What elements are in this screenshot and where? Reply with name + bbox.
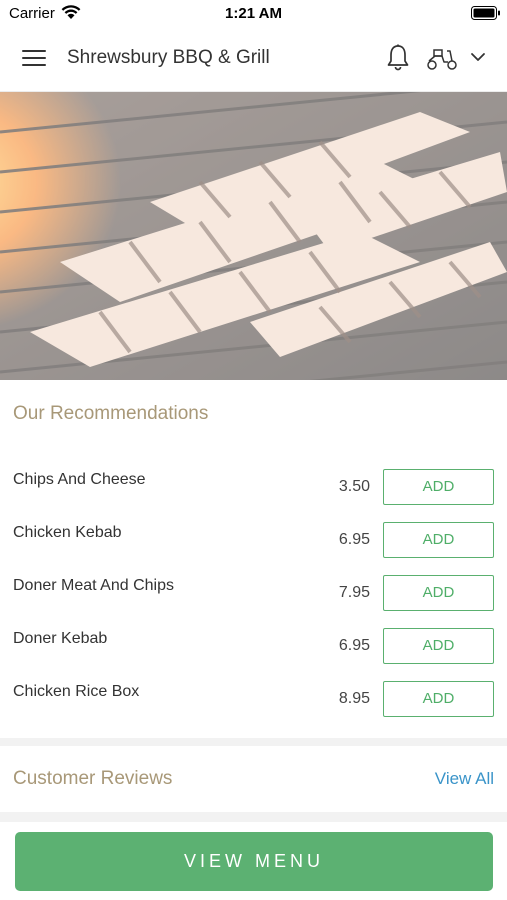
reviews-title: Customer Reviews: [13, 768, 173, 789]
item-name: Doner Meat And Chips: [13, 577, 174, 594]
item-price: 7.95: [338, 584, 370, 601]
battery-icon: [471, 6, 500, 20]
menu-item-row: Chicken Rice Box 8.95 ADD: [0, 681, 507, 734]
status-time: 1:21 AM: [225, 5, 282, 22]
app-header: Shrewsbury BBQ & Grill: [0, 28, 507, 92]
menu-icon[interactable]: [22, 50, 46, 70]
menu-item-row: Chicken Kebab 6.95 ADD: [0, 522, 507, 575]
item-price: 6.95: [338, 637, 370, 654]
item-price: 8.95: [338, 690, 370, 707]
status-bar: Carrier 1:21 AM: [0, 0, 507, 28]
grill-illustration: [0, 92, 507, 380]
item-name: Chicken Rice Box: [13, 683, 140, 700]
add-button[interactable]: ADD: [383, 469, 494, 505]
chevron-down-icon[interactable]: [470, 52, 486, 62]
page-title: Shrewsbury BBQ & Grill: [67, 47, 270, 68]
hero-image: [0, 92, 507, 380]
add-button[interactable]: ADD: [383, 522, 494, 558]
view-all-link[interactable]: View All: [435, 769, 494, 789]
menu-item-row: Doner Meat And Chips 7.95 ADD: [0, 575, 507, 628]
add-button[interactable]: ADD: [383, 575, 494, 611]
item-name: Chicken Kebab: [13, 524, 122, 541]
section-divider: [0, 812, 507, 822]
scooter-icon[interactable]: [426, 47, 458, 71]
menu-item-row: Chips And Cheese 3.50 ADD: [0, 469, 507, 522]
add-button[interactable]: ADD: [383, 628, 494, 664]
add-button[interactable]: ADD: [383, 681, 494, 717]
bottom-bar: VIEW MENU: [0, 822, 507, 900]
recommendations-title: Our Recommendations: [13, 403, 209, 424]
item-price: 6.95: [338, 531, 370, 548]
item-price: 3.50: [338, 478, 370, 495]
item-name: Chips And Cheese: [13, 471, 146, 488]
view-menu-button[interactable]: VIEW MENU: [15, 832, 493, 891]
item-name: Doner Kebab: [13, 630, 108, 647]
bell-icon[interactable]: [386, 44, 410, 72]
section-divider: [0, 738, 507, 746]
menu-item-row: Doner Kebab 6.95 ADD: [0, 628, 507, 681]
